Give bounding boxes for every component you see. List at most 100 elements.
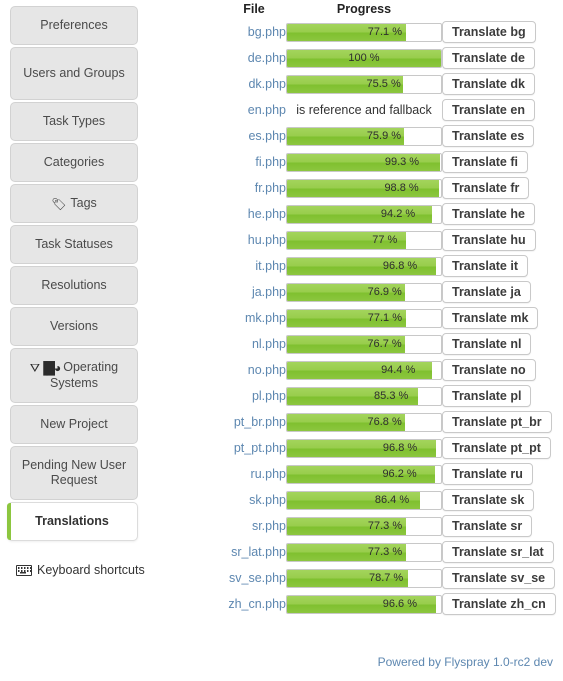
sidebar-item-users-and-groups[interactable]: Users and Groups [10, 47, 138, 100]
progress-bar-label: 96.8 % [382, 260, 418, 272]
progress-bar-label: 94.4 % [381, 364, 416, 376]
file-link[interactable]: sr.php [222, 513, 286, 539]
translate-button[interactable]: Translate ja [442, 281, 531, 303]
translate-button[interactable]: Translate mk [442, 307, 539, 329]
translate-button[interactable]: Translate en [442, 99, 535, 121]
translate-button[interactable]: Translate pt_br [442, 411, 552, 433]
keyboard-shortcuts-link[interactable]: Keyboard shortcuts [16, 563, 146, 577]
progress-bar: 96.8 % [286, 438, 442, 458]
progress-cell: 77 % [286, 227, 442, 253]
progress-bar-label: 100 % [348, 52, 380, 64]
sidebar-item-label: Users and Groups [23, 66, 125, 80]
file-link[interactable]: pt_br.php [222, 409, 286, 435]
file-link[interactable]: ja.php [222, 279, 286, 305]
translate-button[interactable]: Translate zh_cn [442, 593, 556, 615]
sidebar-item-resolutions[interactable]: Resolutions [10, 266, 138, 305]
sidebar-item-content: Preferences [40, 18, 107, 33]
translate-button[interactable]: Translate it [442, 255, 528, 277]
file-link[interactable]: nl.php [222, 331, 286, 357]
translate-button[interactable]: Translate ru [442, 463, 533, 485]
file-link[interactable]: sv_se.php [222, 565, 286, 591]
progress-cell: 85.3 % [286, 383, 442, 409]
translate-button[interactable]: Translate sr [442, 515, 533, 537]
progress-bar: 77.3 % [286, 542, 442, 562]
translate-button[interactable]: Translate bg [442, 21, 536, 43]
sidebar-item-content: Categories [44, 155, 104, 170]
progress-bar-label: 96.8 % [382, 442, 418, 454]
sidebar-item-pending-new-user-request[interactable]: Pending New User Request [10, 446, 138, 500]
progress-cell: 96.8 % [286, 435, 442, 461]
table-row: pl.php 85.3 % Translate pl [222, 383, 563, 409]
progress-bar: 85.3 % [286, 386, 442, 406]
translate-button[interactable]: Translate dk [442, 73, 535, 95]
file-link[interactable]: de.php [222, 45, 286, 71]
translate-button[interactable]: Translate sv_se [442, 567, 556, 589]
sidebar-item-task-types[interactable]: Task Types [10, 102, 138, 141]
file-link[interactable]: pl.php [222, 383, 286, 409]
file-link[interactable]: pt_pt.php [222, 435, 286, 461]
progress-cell: 99.3 % [286, 149, 442, 175]
file-link[interactable]: zh_cn.php [222, 591, 286, 617]
file-link[interactable]: bg.php [222, 19, 286, 45]
sidebar-tab-list: Preferences Users and Groups Task Types Cat… [0, 6, 146, 541]
progress-bar: 96.2 % [286, 464, 442, 484]
progress-cell: 75.5 % [286, 71, 442, 97]
action-cell: Translate he [442, 201, 563, 227]
sidebar-item-preferences[interactable]: Preferences [10, 6, 138, 45]
file-link[interactable]: fi.php [222, 149, 286, 175]
action-cell: Translate sk [442, 487, 563, 513]
sidebar-item-label: New Project [40, 417, 108, 431]
sidebar-item-translations[interactable]: Translations [7, 502, 138, 541]
progress-bar-label: 78.7 % [368, 572, 404, 584]
progress-cell: 76.8 % [286, 409, 442, 435]
sidebar-item-tags[interactable]: 🏷 Tags [10, 184, 138, 223]
action-cell: Translate pt_pt [442, 435, 563, 461]
progress-bar-label: 96.6 % [382, 598, 417, 610]
table-row: he.php 94.2 % Translate he [222, 201, 563, 227]
translate-button[interactable]: Translate sk [442, 489, 535, 511]
sidebar-item-new-project[interactable]: New Project [10, 405, 138, 444]
translate-button[interactable]: Translate he [442, 203, 535, 225]
progress-cell: 75.9 % [286, 123, 442, 149]
translate-button[interactable]: Translate pt_pt [442, 437, 551, 459]
translate-button[interactable]: Translate fr [442, 177, 530, 199]
file-link[interactable]: hu.php [222, 227, 286, 253]
file-link[interactable]: en.php [222, 97, 286, 123]
file-link[interactable]: es.php [222, 123, 286, 149]
translate-button[interactable]: Translate nl [442, 333, 532, 355]
sidebar-item-task-statuses[interactable]: Task Statuses [10, 225, 138, 264]
translate-button[interactable]: Translate no [442, 359, 536, 381]
progress-bar: 77 % [286, 230, 442, 250]
action-cell: Translate it [442, 253, 563, 279]
action-cell: Translate pl [442, 383, 563, 409]
file-link[interactable]: mk.php [222, 305, 286, 331]
sidebar-item-categories[interactable]: Categories [10, 143, 138, 182]
progress-bar: 98.8 % [286, 178, 442, 198]
translate-button[interactable]: Translate fi [442, 151, 528, 173]
file-link[interactable]: sr_lat.php [222, 539, 286, 565]
sidebar-item-content: Pending New User Request [17, 458, 131, 488]
table-row: sr_lat.php 77.3 % Translate sr_lat [222, 539, 563, 565]
translate-button[interactable]: Translate de [442, 47, 535, 69]
translate-button[interactable]: Translate hu [442, 229, 536, 251]
sidebar-item-versions[interactable]: Versions [10, 307, 138, 346]
admin-sidebar: Preferences Users and Groups Task Types Cat… [0, 0, 146, 577]
action-cell: Translate mk [442, 305, 563, 331]
file-link[interactable]: ru.php [222, 461, 286, 487]
translate-button[interactable]: Translate sr_lat [442, 541, 554, 563]
file-link[interactable]: he.php [222, 201, 286, 227]
sidebar-item-operating-systems[interactable]: ⛛▐█◕ Operating Systems [10, 348, 138, 403]
table-row: dk.php 75.5 % Translate dk [222, 71, 563, 97]
file-link[interactable]: no.php [222, 357, 286, 383]
progress-cell: 100 % [286, 45, 442, 71]
table-row: es.php 75.9 % Translate es [222, 123, 563, 149]
file-link[interactable]: dk.php [222, 71, 286, 97]
translate-button[interactable]: Translate pl [442, 385, 532, 407]
file-link[interactable]: it.php [222, 253, 286, 279]
translate-button[interactable]: Translate es [442, 125, 535, 147]
file-link[interactable]: fr.php [222, 175, 286, 201]
progress-bar: 77.1 % [286, 22, 442, 42]
file-link[interactable]: sk.php [222, 487, 286, 513]
footer-powered-by[interactable]: Powered by Flyspray 1.0-rc2 dev [378, 655, 553, 669]
column-header-action [442, 0, 563, 19]
